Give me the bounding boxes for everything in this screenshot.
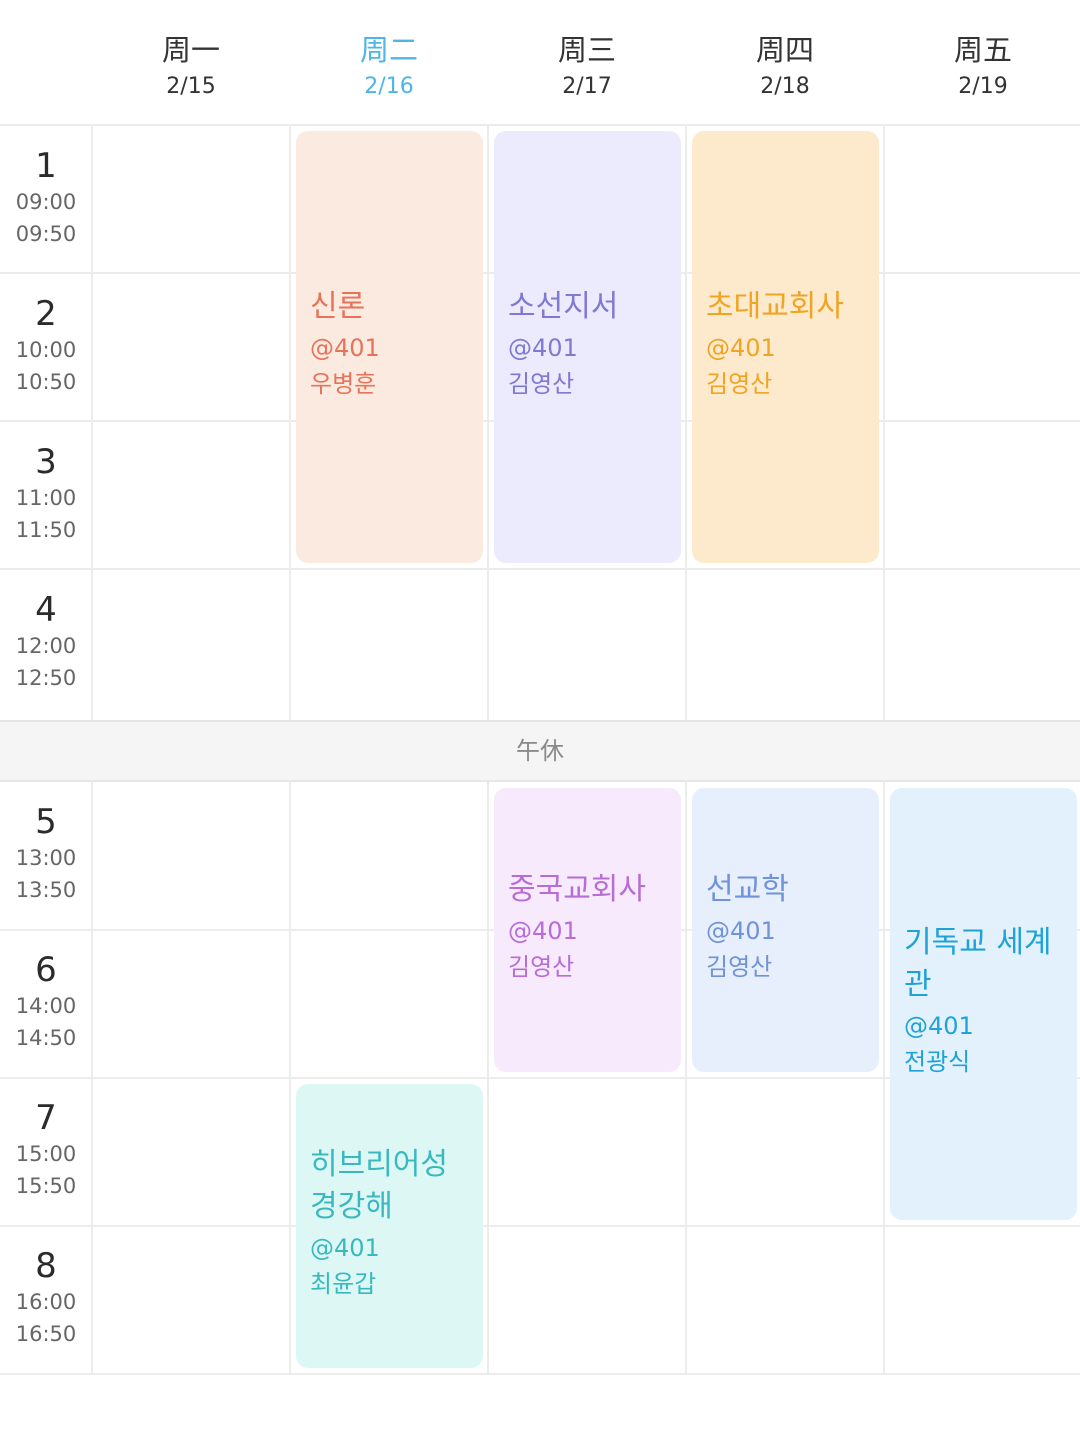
course-teacher: 김영산: [706, 953, 773, 981]
period-number: 7: [35, 1098, 57, 1138]
course-title: 중국교회사: [508, 872, 646, 907]
period-end: 13:50: [15, 878, 77, 902]
period-start: 16:00: [15, 1290, 77, 1314]
lunch-break-label: 午休: [516, 737, 564, 765]
period-8: 8 16:00 16:50: [0, 1226, 92, 1350]
day-date: 2/18: [760, 74, 810, 99]
period-start: 10:00: [15, 338, 77, 362]
day-header-tue[interactable]: 周二 2/16: [290, 0, 488, 124]
period-start: 14:00: [15, 994, 77, 1018]
course-card[interactable]: 선교학 @401 김영산: [692, 788, 879, 1072]
course-title: 초대교회사: [706, 289, 844, 324]
day-header-fri[interactable]: 周五 2/19: [884, 0, 1080, 124]
period-end: 09:50: [15, 222, 77, 246]
period-7: 7 15:00 15:50: [0, 1078, 92, 1202]
course-teacher: 전광식: [904, 1048, 971, 1076]
grid-line: [685, 782, 687, 1375]
course-room: @401: [508, 334, 578, 362]
grid-line: [883, 124, 885, 720]
period-number: 6: [35, 950, 57, 990]
grid-line: [685, 124, 687, 720]
grid-line: [487, 782, 489, 1375]
day-name: 周一: [161, 33, 220, 67]
day-name: 周五: [953, 33, 1012, 67]
course-teacher: 김영산: [508, 953, 575, 981]
period-end: 16:50: [15, 1322, 77, 1346]
day-date: 2/16: [364, 74, 414, 99]
lunch-break-row: 午休: [0, 720, 1080, 782]
period-4: 4 12:00 12:50: [0, 570, 92, 694]
grid-line: [0, 568, 1080, 570]
period-number: 8: [35, 1246, 57, 1286]
day-header-thu[interactable]: 周四 2/18: [686, 0, 884, 124]
course-title: 기독교 세계관: [904, 925, 1052, 1002]
day-date: 2/19: [958, 74, 1008, 99]
day-name: 周三: [557, 33, 616, 67]
course-room: @401: [310, 334, 380, 362]
period-1: 1 09:00 09:50: [0, 126, 92, 250]
course-teacher: 최윤갑: [310, 1270, 377, 1298]
course-title: 선교학: [706, 872, 789, 907]
course-title: 신론: [310, 289, 366, 324]
period-5: 5 13:00 13:50: [0, 782, 92, 906]
period-2: 2 10:00 10:50: [0, 274, 92, 398]
day-header-mon[interactable]: 周一 2/15: [92, 0, 290, 124]
day-header-wed[interactable]: 周三 2/17: [488, 0, 686, 124]
period-end: 15:50: [15, 1174, 77, 1198]
period-number: 4: [35, 590, 57, 630]
day-name: 周四: [755, 33, 814, 67]
course-room: @401: [310, 1234, 380, 1262]
period-number: 2: [35, 294, 57, 334]
period-number: 5: [35, 802, 57, 842]
course-card[interactable]: 중국교회사 @401 김영산: [494, 788, 681, 1072]
day-date: 2/15: [166, 74, 216, 99]
period-number: 1: [35, 146, 57, 186]
grid-line: [289, 124, 291, 720]
grid-line: [883, 782, 885, 1375]
course-card[interactable]: 소선지서 @401 김영산: [494, 131, 681, 563]
course-card[interactable]: 초대교회사 @401 김영산: [692, 131, 879, 563]
course-room: @401: [706, 917, 776, 945]
course-title: 소선지서: [508, 289, 619, 324]
period-start: 13:00: [15, 846, 77, 870]
course-card[interactable]: 신론 @401 우병훈: [296, 131, 483, 563]
grid-line: [0, 1373, 1080, 1375]
period-start: 09:00: [15, 190, 77, 214]
day-date: 2/17: [562, 74, 612, 99]
course-card[interactable]: 히브리어성경강해 @401 최윤갑: [296, 1084, 483, 1368]
grid-line: [487, 124, 489, 720]
period-start: 11:00: [15, 486, 77, 510]
period-6: 6 14:00 14:50: [0, 930, 92, 1054]
course-room: @401: [508, 917, 578, 945]
period-end: 11:50: [15, 518, 77, 542]
course-title: 히브리어성경강해: [310, 1147, 448, 1224]
course-teacher: 김영산: [508, 370, 575, 398]
course-teacher: 김영산: [706, 370, 773, 398]
course-card[interactable]: 기독교 세계관 @401 전광식: [890, 788, 1077, 1220]
period-end: 10:50: [15, 370, 77, 394]
period-end: 12:50: [15, 666, 77, 690]
period-start: 15:00: [15, 1142, 77, 1166]
period-3: 3 11:00 11:50: [0, 422, 92, 546]
grid-line: [0, 124, 1080, 126]
period-end: 14:50: [15, 1026, 77, 1050]
day-name: 周二: [359, 33, 418, 67]
course-room: @401: [706, 334, 776, 362]
period-start: 12:00: [15, 634, 77, 658]
grid-line: [289, 782, 291, 1375]
course-teacher: 우병훈: [310, 370, 377, 398]
grid-line: [0, 1225, 1080, 1227]
period-number: 3: [35, 442, 57, 482]
course-room: @401: [904, 1012, 974, 1040]
